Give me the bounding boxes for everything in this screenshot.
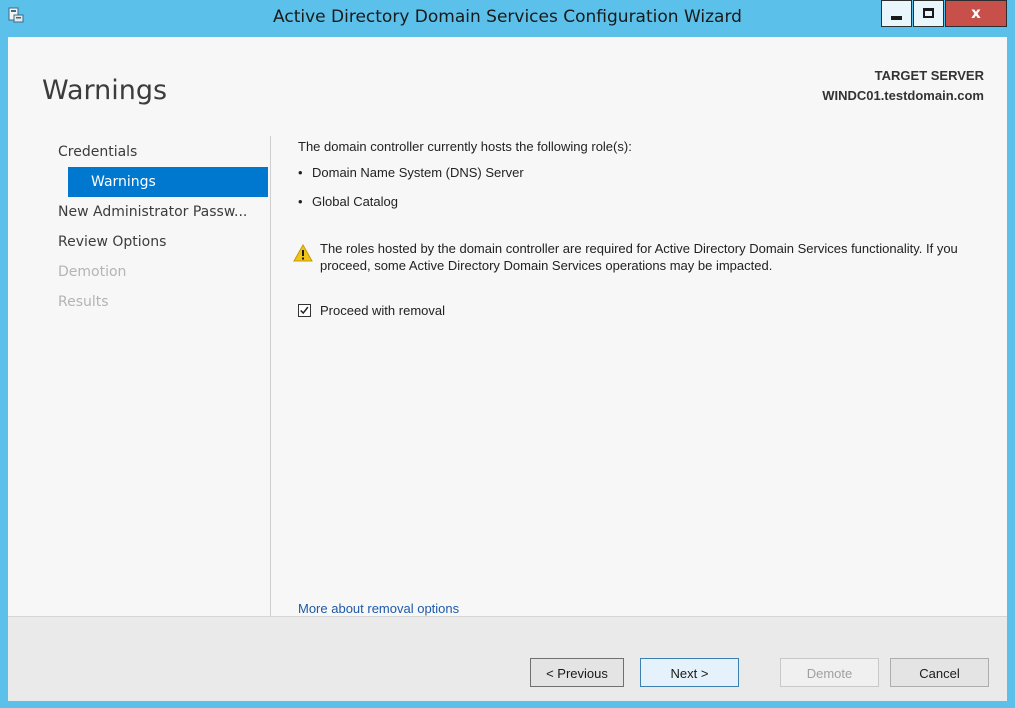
window-title: Active Directory Domain Services Configu…: [273, 7, 742, 27]
nav-item-new-admin-password[interactable]: New Administrator Passw...: [58, 197, 268, 227]
warning-message: The roles hosted by the domain controlle…: [320, 241, 958, 273]
cancel-button[interactable]: Cancel: [890, 658, 989, 687]
proceed-with-removal-label[interactable]: Proceed with removal: [320, 303, 445, 318]
wizard-footer: < Previous Next > Demote Cancel: [8, 616, 1007, 701]
role-list-item: • Global Catalog: [298, 194, 398, 209]
wizard-nav: Credentials Warnings New Administrator P…: [58, 137, 268, 317]
nav-divider: [270, 136, 271, 620]
maximize-button[interactable]: [913, 0, 944, 27]
nav-item-warnings[interactable]: Warnings: [68, 167, 268, 197]
next-button[interactable]: Next >: [640, 658, 739, 687]
role-list-item: • Domain Name System (DNS) Server: [298, 165, 524, 180]
target-server-value: WINDC01.testdomain.com: [822, 88, 984, 103]
nav-item-results: Results: [58, 294, 109, 310]
nav-item-demotion: Demotion: [58, 264, 127, 280]
previous-button[interactable]: < Previous: [530, 658, 624, 687]
warning-icon: [293, 244, 313, 262]
page-title: Warnings: [42, 75, 168, 106]
nav-item-review-options[interactable]: Review Options: [58, 227, 268, 257]
wizard-body: Warnings TARGET SERVER WINDC01.testdomai…: [8, 37, 1007, 701]
target-server-label: TARGET SERVER: [874, 68, 984, 83]
roles-intro: The domain controller currently hosts th…: [298, 139, 632, 154]
nav-item-credentials[interactable]: Credentials: [58, 137, 268, 167]
checkmark-icon: [300, 306, 309, 315]
maximize-icon: [923, 8, 934, 18]
bullet: •: [298, 194, 303, 209]
proceed-with-removal-checkbox[interactable]: [298, 304, 311, 317]
role-label: Global Catalog: [312, 194, 398, 209]
wizard-window: Active Directory Domain Services Configu…: [0, 0, 1015, 708]
minimize-icon: [891, 16, 902, 20]
title-bar[interactable]: Active Directory Domain Services Configu…: [0, 0, 1015, 36]
close-button[interactable]: x: [945, 0, 1007, 27]
close-icon: x: [971, 4, 981, 22]
more-about-removal-options-link[interactable]: More about removal options: [298, 601, 459, 616]
minimize-button[interactable]: [881, 0, 912, 27]
role-label: Domain Name System (DNS) Server: [312, 165, 524, 180]
demote-button: Demote: [780, 658, 879, 687]
bullet: •: [298, 165, 303, 180]
